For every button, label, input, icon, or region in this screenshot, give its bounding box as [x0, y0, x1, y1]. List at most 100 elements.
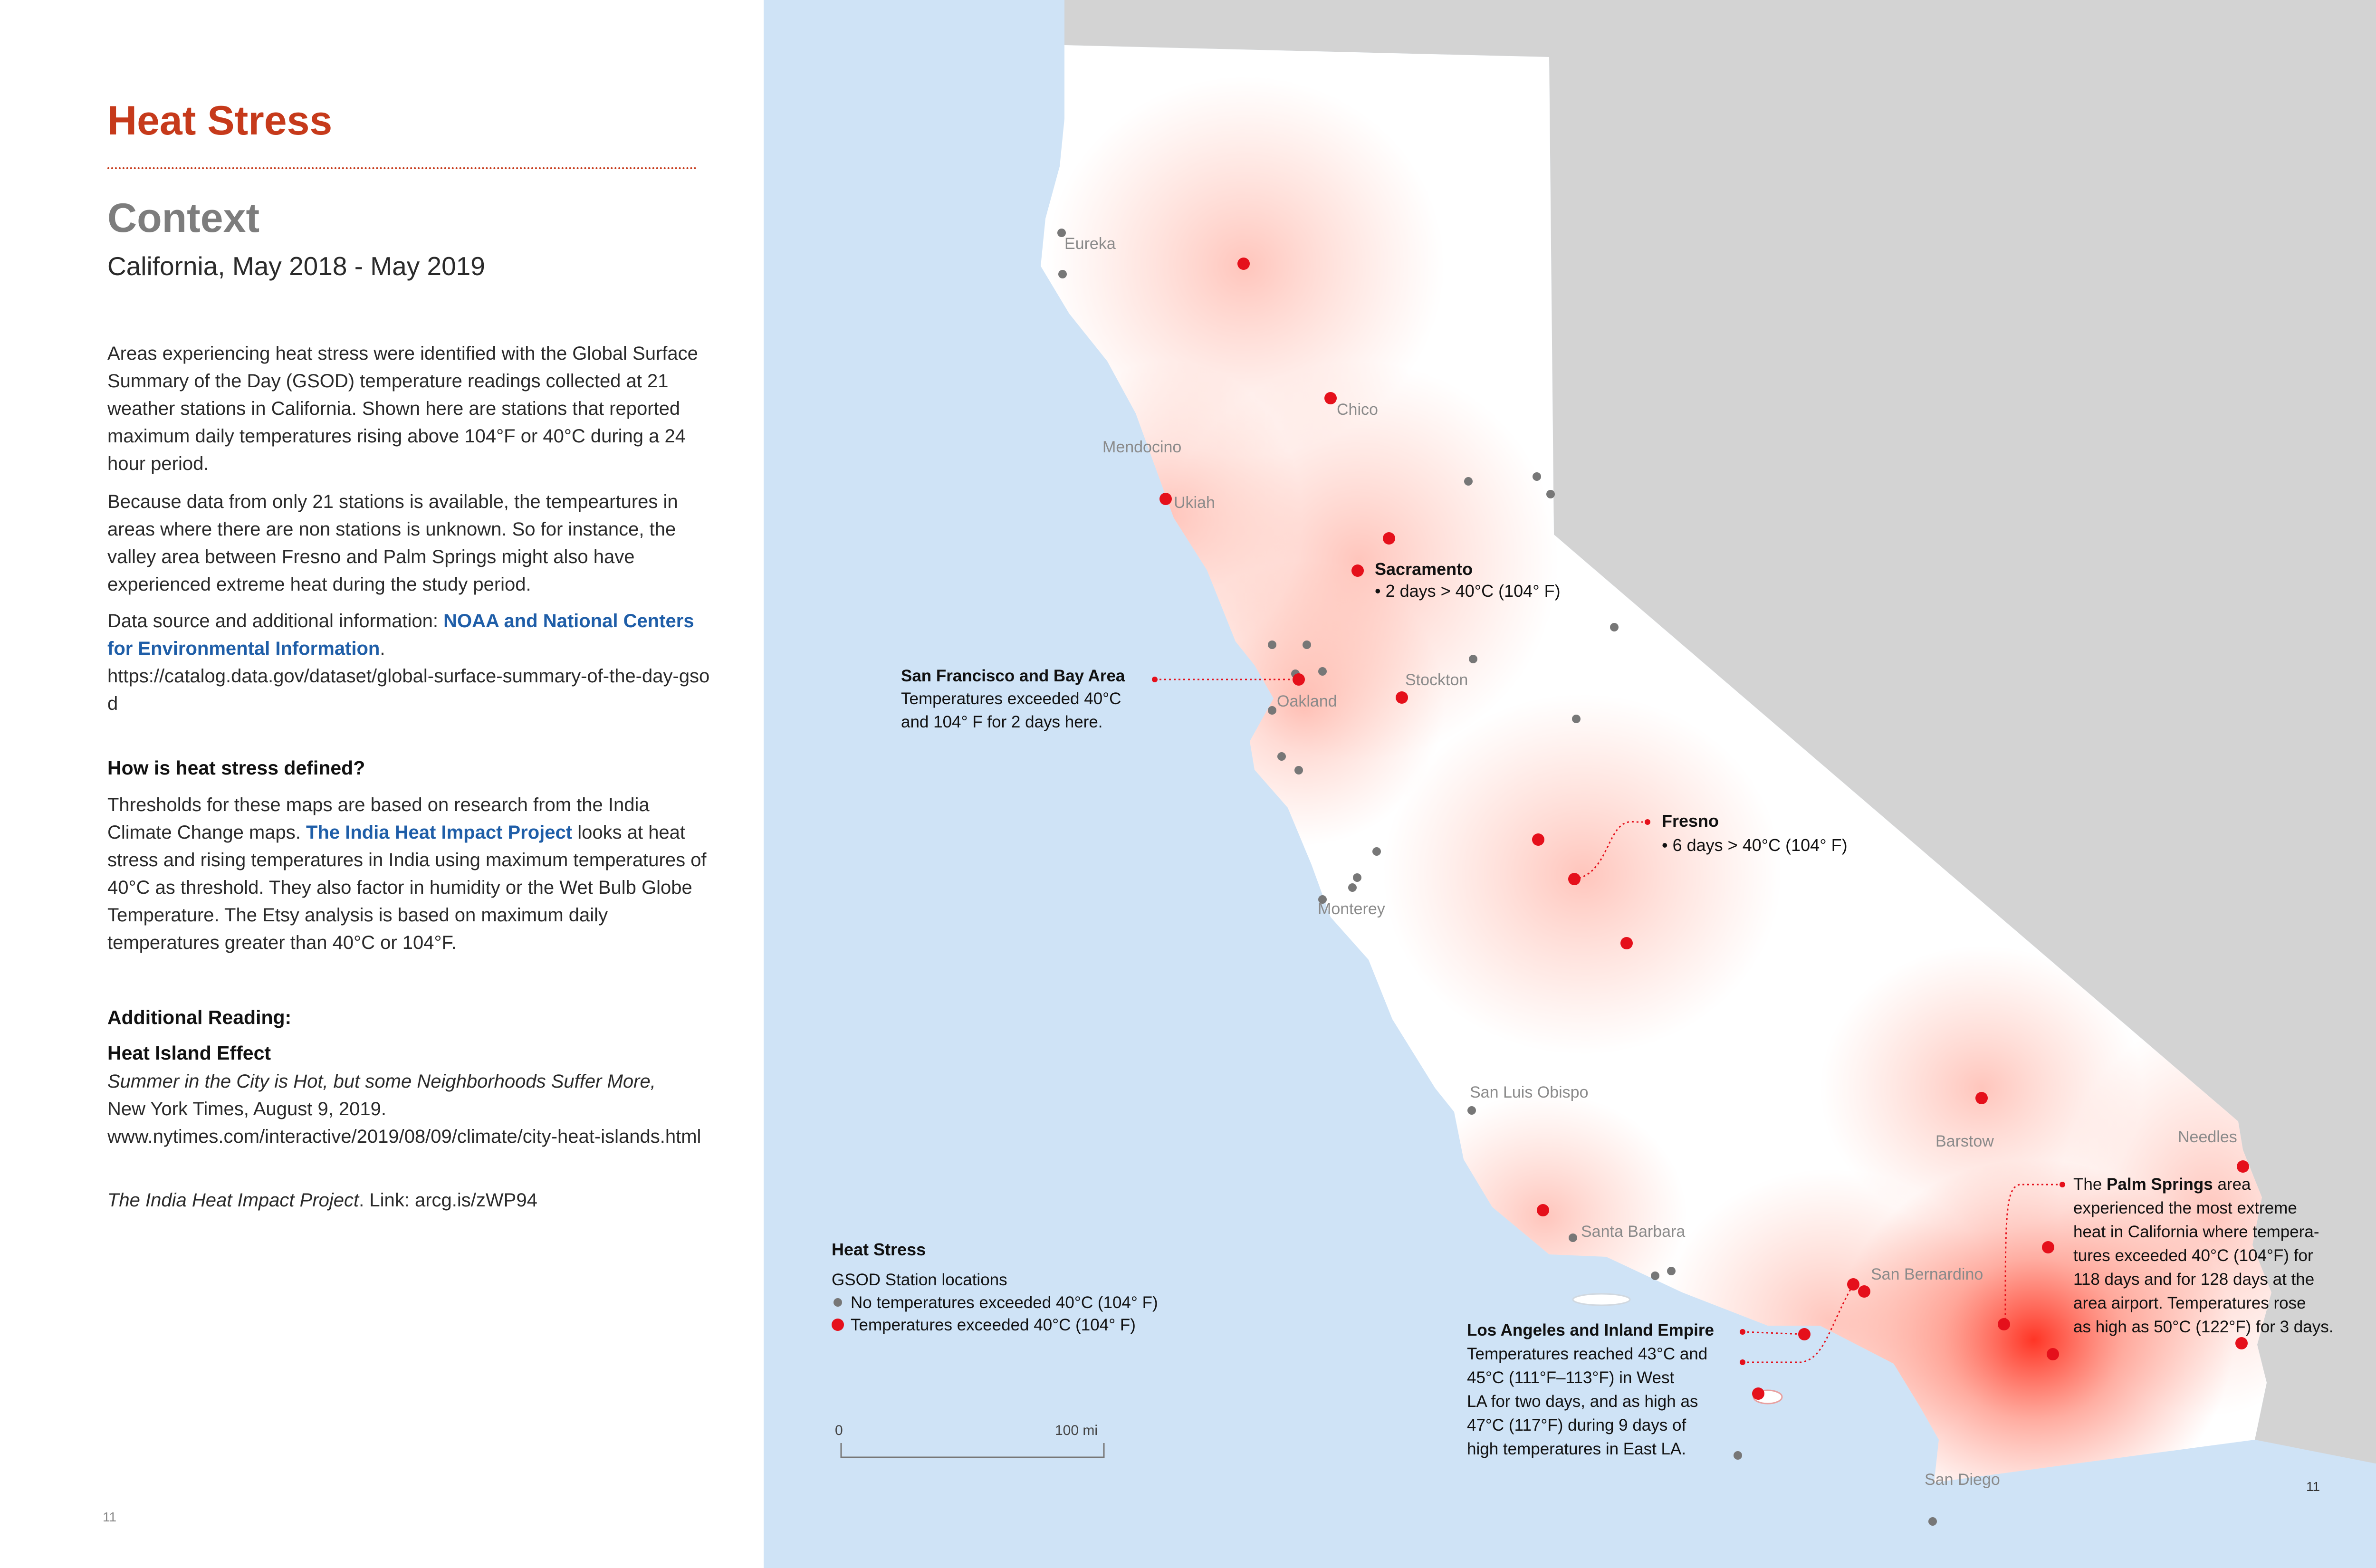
- label-santa-barbara: Santa Barbara: [1581, 1223, 1685, 1241]
- label-san-diego: San Diego: [1925, 1471, 2000, 1489]
- palm-springs-callout: The Palm Springs area experienced the mo…: [2073, 1175, 2333, 1336]
- station-marysville[interactable]: [1383, 532, 1395, 545]
- page-title: Heat Stress: [107, 98, 333, 143]
- context-heading: Context: [107, 195, 260, 241]
- sacramento-name: Sacramento: [1375, 559, 1473, 579]
- station-lompoc[interactable]: [1537, 1204, 1549, 1216]
- palm-line6: area airport. Temperatures rose: [2073, 1294, 2306, 1312]
- station-hollister[interactable]: [1294, 766, 1303, 774]
- article-title: Summer in the City is Hot, but some Neig…: [107, 1071, 656, 1092]
- heat-zone-fresno: [1383, 694, 1782, 1055]
- station-east-sierra[interactable]: [1546, 490, 1555, 498]
- station-oxnard[interactable]: [1651, 1272, 1659, 1280]
- label-eureka: Eureka: [1064, 235, 1116, 253]
- station-visalia[interactable]: [1620, 937, 1633, 949]
- palm-leader-dot: [2060, 1182, 2065, 1187]
- definition-paragraph: Thresholds for these maps are based on r…: [107, 791, 711, 956]
- station-blythe[interactable]: [2235, 1337, 2248, 1349]
- station-camarillo[interactable]: [1667, 1267, 1676, 1275]
- palm-line3: heat in California where tempera-: [2073, 1223, 2319, 1241]
- sf-name: San Francisco and Bay Area: [901, 667, 1125, 685]
- station-arcata[interactable]: [1058, 270, 1067, 278]
- heat-island-heading: Heat Island Effect: [107, 1042, 271, 1064]
- station-san-jose[interactable]: [1277, 752, 1286, 761]
- station-modesto[interactable]: [1469, 655, 1477, 663]
- label-oakland: Oakland: [1277, 692, 1337, 710]
- station-needles[interactable]: [2237, 1160, 2249, 1173]
- legend-title: Heat Stress: [832, 1240, 926, 1259]
- data-source-paragraph: Data source and additional information: …: [107, 607, 711, 717]
- la-line4: 47°C (117°F) during 9 days of: [1467, 1416, 1686, 1434]
- station-mammoth[interactable]: [1610, 623, 1619, 631]
- station-merced[interactable]: [1372, 847, 1381, 856]
- label-san-bernardino: San Bernardino: [1871, 1265, 1983, 1283]
- station-napa[interactable]: [1303, 641, 1311, 649]
- date-range-subtitle: California, May 2018 - May 2019: [107, 251, 485, 281]
- station-sacramento[interactable]: [1351, 564, 1364, 577]
- channel-island: [1572, 1293, 1631, 1306]
- station-long-beach[interactable]: [1752, 1387, 1764, 1400]
- station-santa-barbara[interactable]: [1569, 1233, 1577, 1242]
- fresno-detail: • 6 days > 40°C (104° F): [1662, 835, 1848, 855]
- station-san-bernardino[interactable]: [1858, 1285, 1870, 1298]
- la-line1: Temperatures reached 43°C and: [1467, 1345, 1707, 1363]
- la-leader-dot-1: [1740, 1329, 1745, 1335]
- legend-normal-marker: [834, 1298, 842, 1307]
- palm-line1-pre: The: [2073, 1175, 2107, 1194]
- la-line3: LA for two days, and as high as: [1467, 1392, 1698, 1411]
- california-heat-map: Eureka Chico Mendocino Ukiah Stockton Oa…: [764, 0, 2376, 1568]
- limitations-paragraph: Because data from only 21 stations is av…: [107, 491, 678, 595]
- label-needles: Needles: [2178, 1128, 2237, 1146]
- legend-item-hot: Temperatures exceeded 40°C (104° F): [851, 1316, 1136, 1334]
- station-concord[interactable]: [1318, 667, 1327, 676]
- sacramento-detail: • 2 days > 40°C (104° F): [1375, 581, 1561, 601]
- station-joshua-tree[interactable]: [2042, 1241, 2054, 1253]
- station-red-bluff[interactable]: [1324, 392, 1337, 404]
- palm-line4: tures exceeded 40°C (104°F) for: [2073, 1246, 2313, 1265]
- station-san-clemente[interactable]: [1734, 1451, 1742, 1460]
- gsod-url: https://catalog.data.gov/dataset/global-…: [107, 666, 710, 714]
- station-san-luis-obispo[interactable]: [1467, 1106, 1476, 1115]
- reading-reference: Summer in the City is Hot, but some Neig…: [107, 1068, 711, 1150]
- article-url[interactable]: www.nytimes.com/interactive/2019/08/09/c…: [107, 1126, 701, 1147]
- la-line5: high temperatures in East LA.: [1467, 1440, 1686, 1458]
- station-ukiah[interactable]: [1159, 493, 1172, 505]
- station-ontario[interactable]: [1847, 1278, 1859, 1291]
- station-yosemite[interactable]: [1572, 715, 1581, 723]
- station-thermal[interactable]: [2047, 1348, 2059, 1360]
- station-santa-rosa[interactable]: [1268, 641, 1276, 649]
- intro-paragraph: Areas experiencing heat stress were iden…: [107, 343, 698, 474]
- additional-reading-heading: Additional Reading:: [107, 1006, 292, 1028]
- palm-line1: The Palm Springs area: [2073, 1175, 2251, 1194]
- page-number-left: 11: [103, 1510, 117, 1524]
- label-chico: Chico: [1337, 401, 1378, 419]
- palm-line1-post: area: [2213, 1175, 2251, 1194]
- la-leader-dot-2: [1740, 1359, 1745, 1365]
- label-barstow: Barstow: [1935, 1132, 1994, 1150]
- label-monterey: Monterey: [1318, 900, 1385, 918]
- station-tahoe[interactable]: [1533, 472, 1541, 481]
- station-palm-springs[interactable]: [1998, 1318, 2010, 1330]
- label-mendocino: Mendocino: [1102, 438, 1181, 456]
- palm-line5: 118 days and for 128 days at the: [2073, 1270, 2314, 1289]
- station-stockton[interactable]: [1396, 691, 1408, 704]
- station-madera[interactable]: [1532, 833, 1544, 846]
- station-oakland[interactable]: [1268, 706, 1276, 715]
- page-number-right: 11: [2306, 1479, 2320, 1494]
- station-barstow[interactable]: [1975, 1092, 1988, 1104]
- label-ukiah: Ukiah: [1174, 494, 1215, 512]
- article-source: New York Times, August 9, 2019.: [107, 1099, 387, 1119]
- india-project-link[interactable]: . Link: arcg.is/zWP94: [359, 1190, 537, 1211]
- station-salinas[interactable]: [1353, 873, 1361, 882]
- legend-item-normal: No temperatures exceeded 40°C (104° F): [851, 1293, 1158, 1312]
- fresno-name: Fresno: [1662, 811, 1719, 831]
- scale-end: 100 mi: [1055, 1423, 1098, 1438]
- label-san-luis-obispo: San Luis Obispo: [1470, 1083, 1589, 1101]
- station-truckee[interactable]: [1464, 477, 1473, 486]
- station-king-city[interactable]: [1348, 883, 1357, 892]
- station-redding[interactable]: [1237, 258, 1250, 270]
- data-source-prefix: Data source and additional information:: [107, 611, 444, 631]
- india-heat-impact-link[interactable]: The India Heat Impact Project: [306, 822, 572, 843]
- station-san-diego[interactable]: [1928, 1517, 1937, 1526]
- sf-line2: and 104° F for 2 days here.: [901, 713, 1103, 731]
